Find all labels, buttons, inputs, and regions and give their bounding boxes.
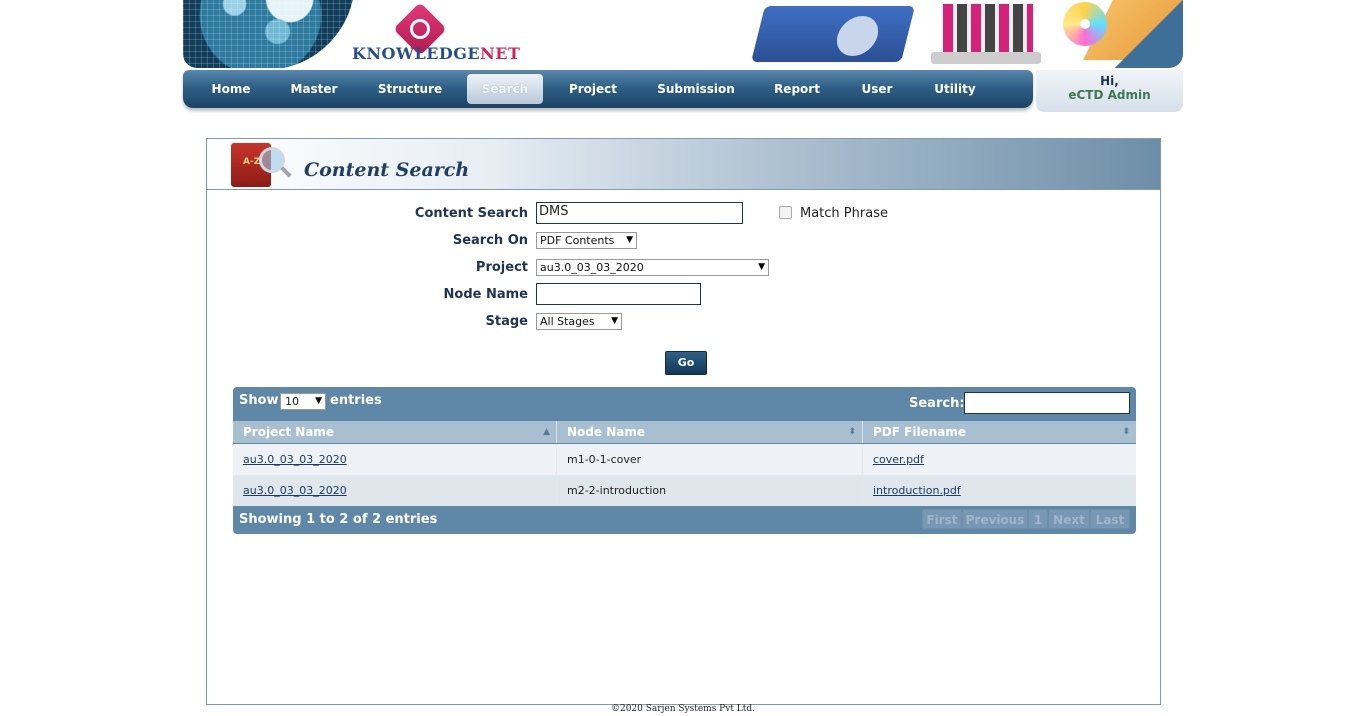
nav-search[interactable]: Search bbox=[467, 74, 543, 104]
app-logo: KNOWLEDGENET bbox=[352, 44, 520, 63]
search-on-label: Search On bbox=[452, 233, 528, 248]
table-search-input[interactable] bbox=[964, 392, 1130, 414]
nav-user[interactable]: User bbox=[847, 74, 907, 104]
column-header-label: PDF Filename bbox=[873, 425, 966, 439]
pdf-link[interactable]: cover.pdf bbox=[873, 453, 924, 466]
pager-next[interactable]: Next bbox=[1048, 509, 1090, 529]
go-button[interactable]: Go bbox=[665, 351, 707, 375]
pdf-link[interactable]: introduction.pdf bbox=[873, 484, 961, 497]
nav-report[interactable]: Report bbox=[761, 74, 833, 104]
table-row: au3.0_03_03_2020 bbox=[233, 475, 557, 506]
pager-first[interactable]: First bbox=[922, 509, 962, 529]
match-phrase-label: Match Phrase bbox=[800, 206, 888, 221]
search-on-value: PDF Contents bbox=[540, 234, 615, 247]
project-select[interactable]: au3.0_03_03_2020 ▼ bbox=[536, 259, 769, 276]
column-header-node[interactable]: Node Name ⬍ bbox=[557, 421, 863, 443]
pager-page-1[interactable]: 1 bbox=[1028, 509, 1048, 529]
nav-project[interactable]: Project bbox=[557, 74, 629, 104]
page-title: Content Search bbox=[304, 159, 470, 181]
results-table: Show 10 ▼ entries Search: Project Name ▲… bbox=[233, 387, 1136, 534]
table-cell-node: m1-0-1-cover bbox=[557, 444, 863, 475]
stage-label: Stage bbox=[485, 314, 528, 329]
sort-both-icon: ⬍ bbox=[848, 427, 856, 437]
table-cell-node: m2-2-introduction bbox=[557, 475, 863, 506]
book-icon-label: A-Z bbox=[243, 157, 261, 167]
node-name-input[interactable] bbox=[536, 283, 701, 305]
user-greeting: Hi, eCTD Admin bbox=[1036, 70, 1183, 112]
pager-last[interactable]: Last bbox=[1090, 509, 1130, 529]
nav-master[interactable]: Master bbox=[279, 74, 349, 104]
header-banner: KNOWLEDGENET bbox=[183, 0, 1183, 68]
binders-image bbox=[943, 4, 1033, 56]
match-phrase-checkbox[interactable] bbox=[779, 206, 792, 219]
node-name-label: Node Name bbox=[443, 287, 528, 302]
user-name: eCTD Admin bbox=[1068, 88, 1151, 102]
nav-submission[interactable]: Submission bbox=[645, 74, 747, 104]
binder-image bbox=[751, 6, 915, 62]
table-cell-pdf: introduction.pdf bbox=[863, 475, 1136, 506]
table-cell-pdf: cover.pdf bbox=[863, 444, 1136, 475]
pager-previous[interactable]: Previous bbox=[962, 509, 1028, 529]
chevron-down-icon: ▼ bbox=[758, 262, 765, 272]
project-value: au3.0_03_03_2020 bbox=[540, 261, 644, 274]
content-search-panel: A-Z Content Search Content Search DMS Ma… bbox=[206, 138, 1161, 705]
show-label: Show bbox=[239, 393, 279, 408]
project-link[interactable]: au3.0_03_03_2020 bbox=[243, 484, 347, 497]
column-header-project[interactable]: Project Name ▲ bbox=[233, 421, 557, 443]
logo-text-net: NET bbox=[480, 44, 521, 63]
table-row: au3.0_03_03_2020 bbox=[233, 444, 557, 475]
logo-text-knowledge: KNOWLEDGE bbox=[352, 44, 481, 63]
chevron-down-icon: ▼ bbox=[315, 396, 322, 406]
magnifier-icon bbox=[259, 147, 285, 173]
chevron-down-icon: ▼ bbox=[611, 316, 618, 326]
greeting-text: Hi, bbox=[1100, 74, 1119, 88]
table-search-label: Search: bbox=[909, 396, 965, 411]
project-link[interactable]: au3.0_03_03_2020 bbox=[243, 453, 347, 466]
page-length-value: 10 bbox=[285, 395, 299, 408]
column-header-pdf[interactable]: PDF Filename ⬍ bbox=[863, 421, 1136, 443]
stage-value: All Stages bbox=[540, 315, 595, 328]
nav-home[interactable]: Home bbox=[196, 74, 266, 104]
content-search-input[interactable]: DMS bbox=[536, 202, 743, 224]
globe-grid-overlay bbox=[183, 0, 355, 68]
panel-header: A-Z Content Search bbox=[207, 139, 1160, 190]
entries-label: entries bbox=[330, 393, 382, 408]
stage-select[interactable]: All Stages ▼ bbox=[536, 313, 622, 330]
banner-corner-decoration bbox=[1113, 0, 1183, 68]
nav-utility[interactable]: Utility bbox=[920, 74, 990, 104]
content-search-label: Content Search bbox=[414, 206, 528, 221]
table-info: Showing 1 to 2 of 2 entries bbox=[239, 512, 438, 527]
search-on-select[interactable]: PDF Contents ▼ bbox=[536, 232, 637, 249]
column-header-label: Project Name bbox=[243, 425, 335, 439]
column-header-label: Node Name bbox=[567, 425, 645, 439]
main-nav: Home Master Structure Search Project Sub… bbox=[183, 70, 1033, 108]
project-label: Project bbox=[475, 260, 528, 275]
binders-base bbox=[931, 52, 1041, 64]
cd-image bbox=[1063, 2, 1107, 46]
sort-both-icon: ⬍ bbox=[1122, 427, 1130, 437]
footer-copyright: ©2020 Sarjen Systems Pvt Ltd. bbox=[610, 704, 756, 714]
nav-structure[interactable]: Structure bbox=[366, 74, 454, 104]
page-length-select[interactable]: 10 ▼ bbox=[280, 393, 326, 410]
sort-asc-icon: ▲ bbox=[543, 427, 550, 437]
chevron-down-icon: ▼ bbox=[626, 235, 633, 245]
